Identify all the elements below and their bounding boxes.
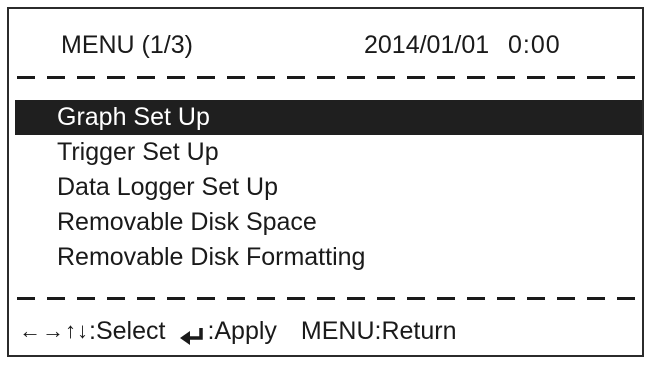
select-hint: :Select xyxy=(89,317,166,345)
enter-icon xyxy=(179,321,205,345)
bottom-divider xyxy=(17,297,636,300)
menu-item-trigger-set-up[interactable]: Trigger Set Up xyxy=(9,135,642,170)
menu-title: MENU (1/3) xyxy=(61,31,193,59)
menu-item-removable-disk-formatting[interactable]: Removable Disk Formatting xyxy=(9,240,642,275)
menu-list: Graph Set Up Trigger Set Up Data Logger … xyxy=(9,100,642,275)
top-divider xyxy=(17,76,636,79)
arrow-keys-hint: ←→↑↓ xyxy=(19,318,89,343)
menu-screen: MENU (1/3) 2014/01/01 0:00 Graph Set Up … xyxy=(7,7,644,357)
menu-item-data-logger-set-up[interactable]: Data Logger Set Up xyxy=(9,170,642,205)
footer-help: ←→↑↓ :Select :Apply MENU:Return xyxy=(19,314,457,348)
return-hint: MENU:Return xyxy=(300,317,457,345)
menu-item-graph-set-up[interactable]: Graph Set Up xyxy=(15,100,642,135)
date-display: 2014/01/01 xyxy=(364,31,490,59)
apply-hint: :Apply xyxy=(207,317,277,345)
header: MENU (1/3) 2014/01/01 0:00 xyxy=(9,9,642,77)
menu-item-removable-disk-space[interactable]: Removable Disk Space xyxy=(9,205,642,240)
time-display: 0:00 xyxy=(508,31,561,59)
